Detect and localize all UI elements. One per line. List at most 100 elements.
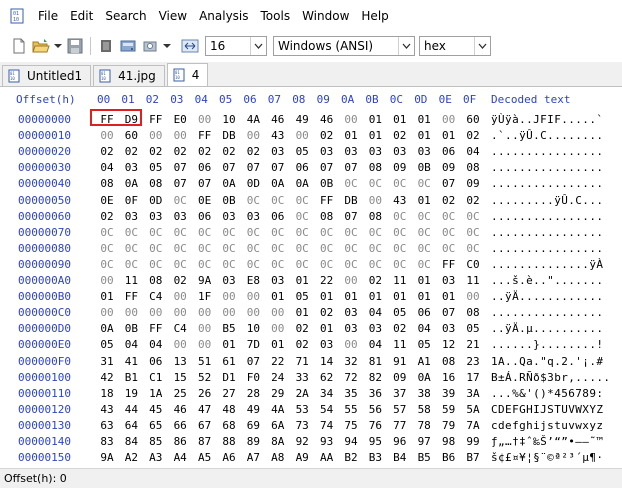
hex-byte[interactable]: 06 [269,210,287,223]
hex-byte[interactable]: 0A [293,177,311,190]
hex-byte[interactable]: 21 [464,338,482,351]
hex-byte[interactable]: B1 [122,371,140,384]
hex-byte[interactable]: 04 [366,306,384,319]
hex-byte[interactable]: 07 [342,161,360,174]
hex-byte[interactable]: 58 [415,403,433,416]
hex-byte[interactable]: FF [147,113,165,126]
hex-byte[interactable]: 0C [293,258,311,271]
hex-byte[interactable]: 36 [366,387,384,400]
hex-byte[interactable]: 05 [147,161,165,174]
hex-byte[interactable]: 03 [220,210,238,223]
hex-byte[interactable]: 29 [269,387,287,400]
hex-byte[interactable]: 02 [366,274,384,287]
hex-byte[interactable]: 03 [318,338,336,351]
hex-byte[interactable]: 10 [220,113,238,126]
hex-byte[interactable]: 0C [171,242,189,255]
hex-byte[interactable]: 03 [171,210,189,223]
hex-byte[interactable]: 0C [318,258,336,271]
hex-byte[interactable]: 02 [220,145,238,158]
menu-edit[interactable]: Edit [64,0,99,32]
hex-byte[interactable]: 02 [147,145,165,158]
hex-byte[interactable]: 02 [391,322,409,335]
hex-byte[interactable]: 02 [293,338,311,351]
hex-byte[interactable]: 0C [220,258,238,271]
hex-byte[interactable]: 0C [98,226,116,239]
hex-byte[interactable]: FF [440,258,458,271]
hex-byte[interactable]: 06 [196,210,214,223]
menu-tools[interactable]: Tools [255,0,297,32]
hex-byte[interactable]: 09 [464,177,482,190]
hex-byte[interactable]: 03 [440,322,458,335]
hex-byte[interactable]: 0A [269,177,287,190]
hex-byte[interactable]: 22 [318,274,336,287]
hex-byte[interactable]: 99 [464,435,482,448]
hex-byte[interactable]: 08 [147,177,165,190]
hex-byte[interactable]: 02 [293,322,311,335]
hex-byte[interactable]: 01 [293,274,311,287]
hex-byte[interactable]: 07 [269,161,287,174]
hex-byte[interactable]: 44 [122,403,140,416]
hex-byte[interactable]: 03 [122,161,140,174]
hex-byte[interactable]: 07 [171,177,189,190]
hex-byte[interactable]: 04 [464,145,482,158]
drive-dropdown-icon[interactable] [161,35,173,57]
hex-byte[interactable]: DB [342,194,360,207]
hex-byte[interactable]: 59 [440,403,458,416]
hex-byte[interactable]: 01 [415,274,433,287]
hex-byte[interactable]: B3 [366,451,384,464]
hex-byte[interactable]: 93 [318,435,336,448]
decoded-text[interactable]: š¢£¤¥¦§¨©ª²³´µ¶· [491,451,603,464]
hex-byte[interactable]: 0C [391,226,409,239]
hex-byte[interactable]: 07 [440,177,458,190]
hex-byte[interactable]: F0 [244,371,262,384]
hex-byte[interactable]: 04 [98,161,116,174]
hex-byte[interactable]: 0C [196,226,214,239]
hex-byte[interactable]: 0B [122,322,140,335]
hex-byte[interactable]: 1A [147,387,165,400]
hex-byte[interactable]: 11 [122,274,140,287]
hex-byte[interactable]: 02 [318,306,336,319]
hex-byte[interactable]: 01 [318,290,336,303]
hex-byte[interactable]: 00 [244,129,262,142]
hex-byte[interactable]: 55 [342,403,360,416]
hex-byte[interactable]: 0C [293,194,311,207]
hex-byte[interactable]: 0C [171,226,189,239]
hex-byte[interactable]: 08 [147,274,165,287]
hex-byte[interactable]: 0C [342,226,360,239]
hex-byte[interactable]: 03 [122,210,140,223]
hex-byte[interactable]: 4A [244,113,262,126]
hex-byte[interactable]: 0C [269,242,287,255]
hex-byte[interactable]: 03 [220,274,238,287]
hex-byte[interactable]: 00 [147,306,165,319]
hex-byte[interactable]: 0C [122,242,140,255]
hex-byte[interactable]: 0E [98,194,116,207]
hex-byte[interactable]: 53 [293,403,311,416]
hex-byte[interactable]: 03 [318,145,336,158]
hex-byte[interactable]: 0C [220,242,238,255]
hex-byte[interactable]: A1 [415,355,433,368]
ram-icon[interactable] [95,35,117,57]
hex-byte[interactable]: 39 [440,387,458,400]
hex-byte[interactable]: 0B [318,177,336,190]
hex-byte[interactable]: 33 [293,371,311,384]
hex-byte[interactable]: 0C [269,226,287,239]
decoded-text[interactable]: 1A..Qa."q.2.'¡.# [491,355,603,368]
hex-byte[interactable]: 11 [391,274,409,287]
hex-byte[interactable]: 95 [366,435,384,448]
hex-byte[interactable]: 2A [293,387,311,400]
hex-byte[interactable]: 0C [440,210,458,223]
hex-byte[interactable]: 71 [293,355,311,368]
hex-byte[interactable]: 4A [269,403,287,416]
hex-byte[interactable]: 98 [440,435,458,448]
hex-byte[interactable]: 0C [464,226,482,239]
hex-byte[interactable]: 43 [391,194,409,207]
hex-byte[interactable]: 13 [171,355,189,368]
hex-byte[interactable]: 07 [220,161,238,174]
hex-byte[interactable]: 0C [318,226,336,239]
hex-byte[interactable]: 00 [98,274,116,287]
hex-byte[interactable]: 00 [98,129,116,142]
hex-byte[interactable]: FF [318,194,336,207]
decoded-text[interactable]: ..ÿÄ............ [491,290,603,303]
hex-byte[interactable]: 01 [440,129,458,142]
hex-byte[interactable]: 08 [366,161,384,174]
